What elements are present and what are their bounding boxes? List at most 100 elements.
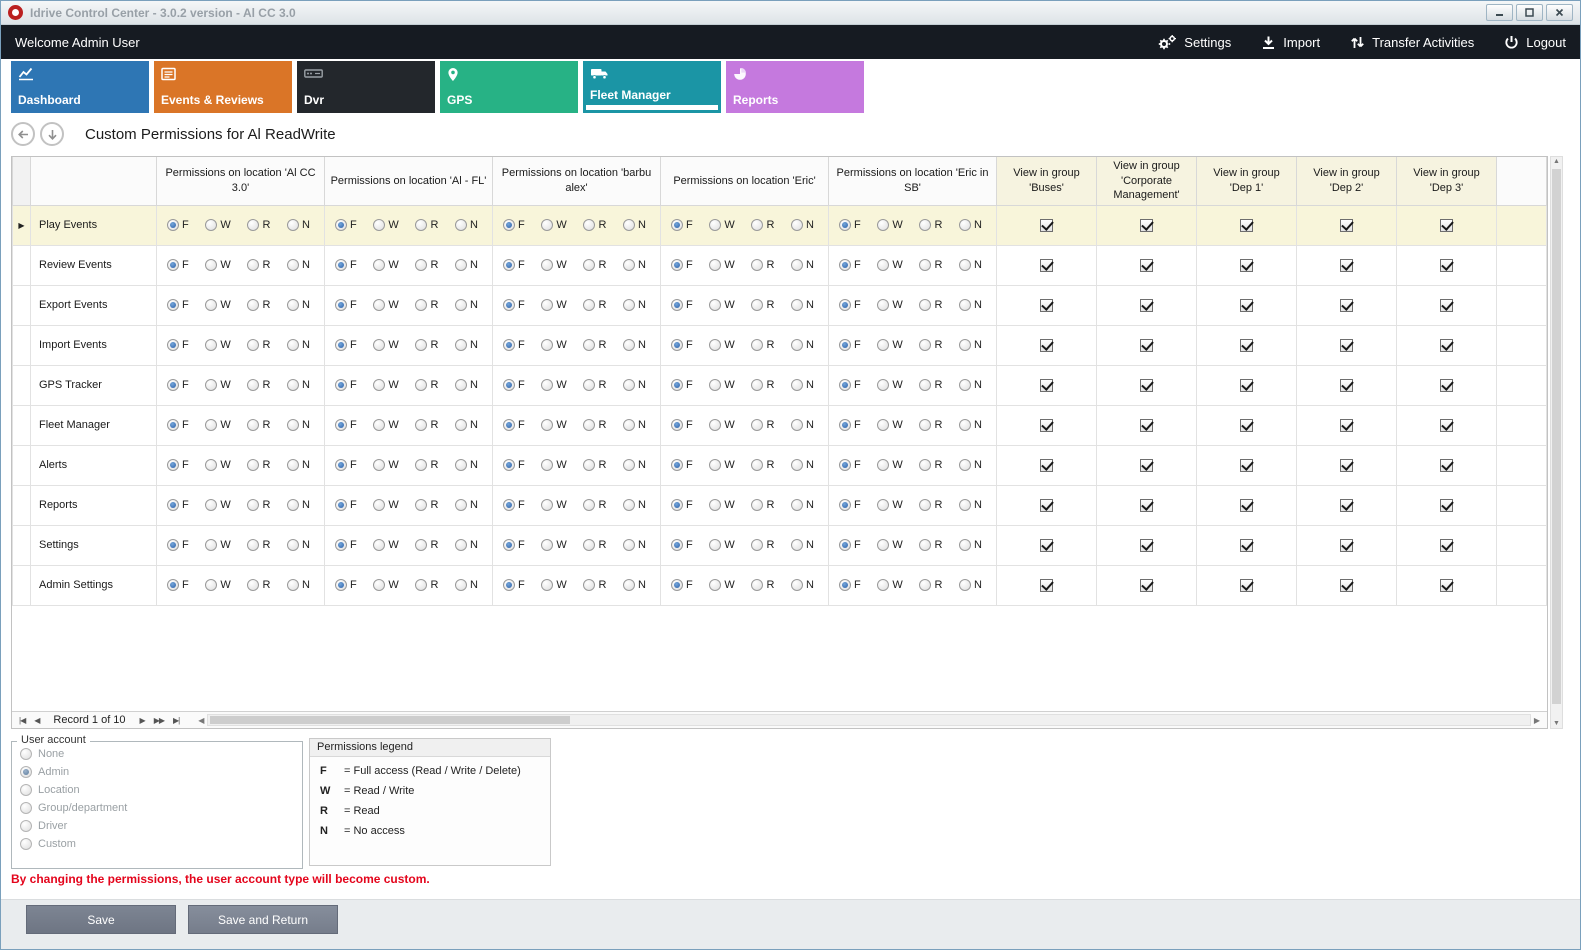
account-type-none[interactable]: None	[20, 747, 302, 760]
radio-unselected-icon[interactable]	[919, 339, 931, 351]
radio-option-N[interactable]: N	[791, 459, 814, 471]
radio-unselected-icon[interactable]	[791, 499, 803, 511]
radio-unselected-icon[interactable]	[959, 419, 971, 431]
column-header-location-4[interactable]: Permissions on location 'Eric'	[661, 157, 829, 205]
group-view-checkbox[interactable]	[1140, 379, 1153, 392]
radio-selected-icon[interactable]	[503, 379, 515, 391]
radio-selected-icon[interactable]	[503, 459, 515, 471]
tab-dashboard[interactable]: Dashboard	[11, 61, 149, 113]
radio-option-N[interactable]: N	[455, 379, 478, 391]
radio-option-R[interactable]: R	[247, 539, 270, 551]
radio-unselected-icon[interactable]	[751, 299, 763, 311]
radio-selected-icon[interactable]	[839, 419, 851, 431]
radio-unselected-icon[interactable]	[205, 379, 217, 391]
scroll-up-icon[interactable]: ▲	[1551, 158, 1562, 165]
radio-option-N[interactable]: N	[455, 539, 478, 551]
radio-unselected-icon[interactable]	[415, 459, 427, 471]
radio-option-N[interactable]: N	[287, 339, 310, 351]
radio-selected-icon[interactable]	[167, 419, 179, 431]
group-view-checkbox[interactable]	[1140, 419, 1153, 432]
radio-option-R[interactable]: R	[415, 339, 438, 351]
radio-option-W[interactable]: W	[373, 339, 398, 351]
group-view-checkbox[interactable]	[1140, 339, 1153, 352]
radio-option-W[interactable]: W	[877, 259, 902, 271]
radio-option-R[interactable]: R	[583, 499, 606, 511]
radio-option-N[interactable]: N	[287, 219, 310, 231]
radio-unselected-icon[interactable]	[205, 419, 217, 431]
radio-option-W[interactable]: W	[877, 339, 902, 351]
radio-option-N[interactable]: N	[959, 219, 982, 231]
column-header-group-3[interactable]: View in group 'Dep 1'	[1197, 157, 1297, 205]
radio-unselected-icon[interactable]	[791, 579, 803, 591]
group-view-checkbox[interactable]	[1240, 259, 1253, 272]
radio-unselected-icon[interactable]	[623, 499, 635, 511]
radio-unselected-icon[interactable]	[583, 299, 595, 311]
radio-option-N[interactable]: N	[455, 299, 478, 311]
radio-option-W[interactable]: W	[373, 499, 398, 511]
radio-selected-icon[interactable]	[839, 379, 851, 391]
logout-button[interactable]: Logout	[1504, 35, 1566, 50]
radio-option-N[interactable]: N	[791, 339, 814, 351]
radio-option-F[interactable]: F	[839, 379, 861, 391]
vertical-scrollbar-thumb[interactable]	[1552, 169, 1561, 704]
radio-selected-icon[interactable]	[839, 459, 851, 471]
group-view-checkbox[interactable]	[1440, 219, 1453, 232]
column-header-group-5[interactable]: View in group 'Dep 3'	[1397, 157, 1497, 205]
radio-unselected-icon[interactable]	[791, 339, 803, 351]
radio-unselected-icon[interactable]	[373, 299, 385, 311]
radio-unselected-icon[interactable]	[205, 339, 217, 351]
radio-option-W[interactable]: W	[709, 419, 734, 431]
radio-unselected-icon[interactable]	[373, 379, 385, 391]
permission-name[interactable]: Fleet Manager	[31, 405, 157, 445]
radio-option-R[interactable]: R	[583, 419, 606, 431]
account-type-group-department[interactable]: Group/department	[20, 801, 302, 814]
group-view-checkbox[interactable]	[1440, 259, 1453, 272]
radio-option-W[interactable]: W	[205, 339, 230, 351]
radio-option-F[interactable]: F	[167, 459, 189, 471]
radio-option-N[interactable]: N	[287, 419, 310, 431]
maximize-button[interactable]	[1516, 4, 1543, 21]
tab-reports[interactable]: Reports	[726, 61, 864, 113]
radio-option-N[interactable]: N	[959, 499, 982, 511]
radio-unselected-icon[interactable]	[205, 299, 217, 311]
radio-option-F[interactable]: F	[671, 259, 693, 271]
radio-option-F[interactable]: F	[335, 419, 357, 431]
group-view-checkbox[interactable]	[1040, 339, 1053, 352]
radio-unselected-icon[interactable]	[287, 499, 299, 511]
tab-events-reviews[interactable]: Events & Reviews	[154, 61, 292, 113]
radio-selected-icon[interactable]	[167, 259, 179, 271]
radio-unselected-icon[interactable]	[287, 379, 299, 391]
radio-unselected-icon[interactable]	[959, 339, 971, 351]
group-view-checkbox[interactable]	[1440, 579, 1453, 592]
radio-option-W[interactable]: W	[373, 539, 398, 551]
radio-unselected-icon[interactable]	[20, 748, 32, 760]
radio-option-F[interactable]: F	[671, 339, 693, 351]
radio-unselected-icon[interactable]	[373, 419, 385, 431]
radio-selected-icon[interactable]	[839, 219, 851, 231]
radio-unselected-icon[interactable]	[709, 419, 721, 431]
radio-option-R[interactable]: R	[751, 579, 774, 591]
radio-unselected-icon[interactable]	[205, 259, 217, 271]
radio-unselected-icon[interactable]	[583, 539, 595, 551]
radio-selected-icon[interactable]	[671, 219, 683, 231]
radio-option-R[interactable]: R	[919, 379, 942, 391]
radio-unselected-icon[interactable]	[919, 219, 931, 231]
radio-selected-icon[interactable]	[167, 339, 179, 351]
radio-unselected-icon[interactable]	[247, 499, 259, 511]
radio-unselected-icon[interactable]	[415, 259, 427, 271]
group-view-checkbox[interactable]	[1240, 339, 1253, 352]
radio-option-F[interactable]: F	[839, 539, 861, 551]
radio-unselected-icon[interactable]	[877, 339, 889, 351]
radio-option-F[interactable]: F	[671, 419, 693, 431]
radio-option-F[interactable]: F	[503, 339, 525, 351]
radio-option-N[interactable]: N	[287, 459, 310, 471]
radio-option-N[interactable]: N	[623, 339, 646, 351]
radio-option-R[interactable]: R	[583, 339, 606, 351]
radio-unselected-icon[interactable]	[623, 219, 635, 231]
radio-option-N[interactable]: N	[455, 579, 478, 591]
radio-option-R[interactable]: R	[415, 299, 438, 311]
radio-option-W[interactable]: W	[877, 419, 902, 431]
radio-selected-icon[interactable]	[839, 539, 851, 551]
column-header-location-5[interactable]: Permissions on location 'Eric in SB'	[829, 157, 997, 205]
radio-unselected-icon[interactable]	[959, 579, 971, 591]
